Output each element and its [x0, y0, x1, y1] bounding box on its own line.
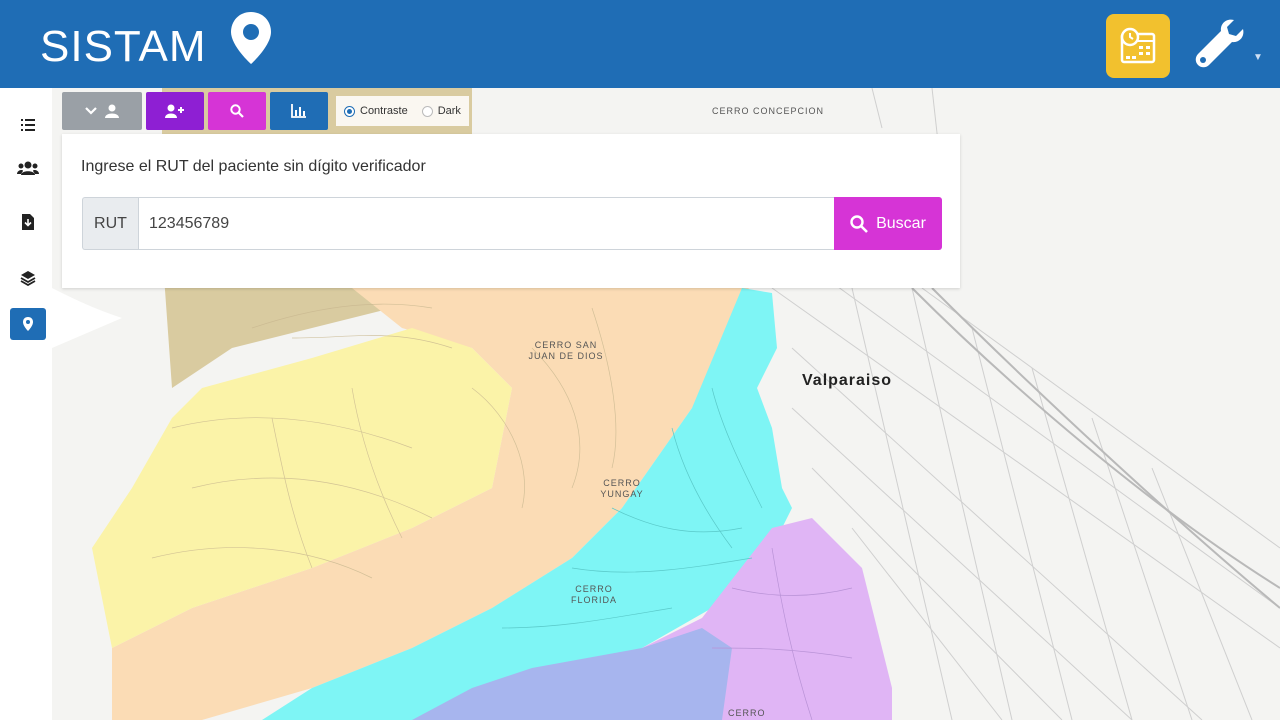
- search-toggle-button[interactable]: [208, 92, 266, 130]
- rut-input-group: RUT Buscar: [82, 197, 942, 250]
- list-icon: [21, 119, 35, 131]
- map-toolbar: Contraste Dark: [62, 92, 469, 130]
- calendar-button[interactable]: [1106, 14, 1170, 78]
- radio-dot-unchecked[interactable]: [421, 105, 433, 117]
- sidebar-item-map[interactable]: [10, 308, 46, 340]
- sidebar-item-list[interactable]: [10, 109, 46, 141]
- user-icon: [105, 104, 119, 118]
- radio-dark-label: Dark: [437, 105, 461, 117]
- radio-contraste-label: Contraste: [360, 105, 408, 117]
- rut-addon-label: RUT: [82, 197, 138, 250]
- user-plus-icon: [165, 104, 184, 118]
- map-label-cerro-concepcion: CERRO CONCEPCION: [712, 106, 825, 116]
- map-label-cerro-san-juan: CERRO SAN JUAN DE DIOS: [528, 340, 604, 361]
- rut-input[interactable]: [138, 197, 834, 250]
- map-city-label: Valparaiso: [802, 372, 893, 389]
- search-instructions: Ingrese el RUT del paciente sin dígito v…: [81, 158, 426, 175]
- buscar-button[interactable]: Buscar: [834, 197, 942, 250]
- bar-chart-icon: [291, 104, 306, 118]
- radio-dot-checked[interactable]: [344, 105, 355, 117]
- layers-icon: [20, 271, 36, 286]
- users-icon: [17, 161, 39, 175]
- map-style-radios: Contraste Dark: [336, 96, 469, 126]
- chevron-down-icon: [85, 107, 97, 115]
- radio-contraste[interactable]: Contraste: [344, 105, 408, 117]
- chart-button[interactable]: [270, 92, 328, 130]
- top-navbar: SISTAM ▼: [0, 0, 1280, 88]
- sidebar: [0, 88, 52, 720]
- map-label-cerro: CERRO: [728, 708, 766, 718]
- collapse-patient-button[interactable]: [62, 92, 142, 130]
- add-patient-button[interactable]: [146, 92, 204, 130]
- calendar-clock-icon: [1120, 27, 1156, 64]
- search-icon: [850, 214, 869, 233]
- radio-dark[interactable]: Dark: [421, 105, 461, 117]
- file-download-icon: [22, 214, 34, 230]
- map-label-cerro-yungay: CERRO YUNGAY: [600, 478, 644, 499]
- search-icon: [230, 104, 244, 118]
- sidebar-item-patients[interactable]: [10, 152, 46, 184]
- sidebar-item-download[interactable]: [10, 206, 46, 238]
- map-label-cerro-florida: CERRO FLORIDA: [570, 584, 617, 605]
- app-title: SISTAM: [40, 22, 207, 71]
- dropdown-caret-icon[interactable]: ▼: [1253, 52, 1263, 63]
- wrench-icon[interactable]: [1190, 16, 1248, 74]
- map-marker-icon: [231, 12, 271, 64]
- buscar-label: Buscar: [876, 214, 926, 232]
- patient-search-panel: Ingrese el RUT del paciente sin dígito v…: [62, 134, 960, 288]
- sidebar-item-layers[interactable]: [10, 262, 46, 294]
- map-marker-icon: [23, 317, 33, 331]
